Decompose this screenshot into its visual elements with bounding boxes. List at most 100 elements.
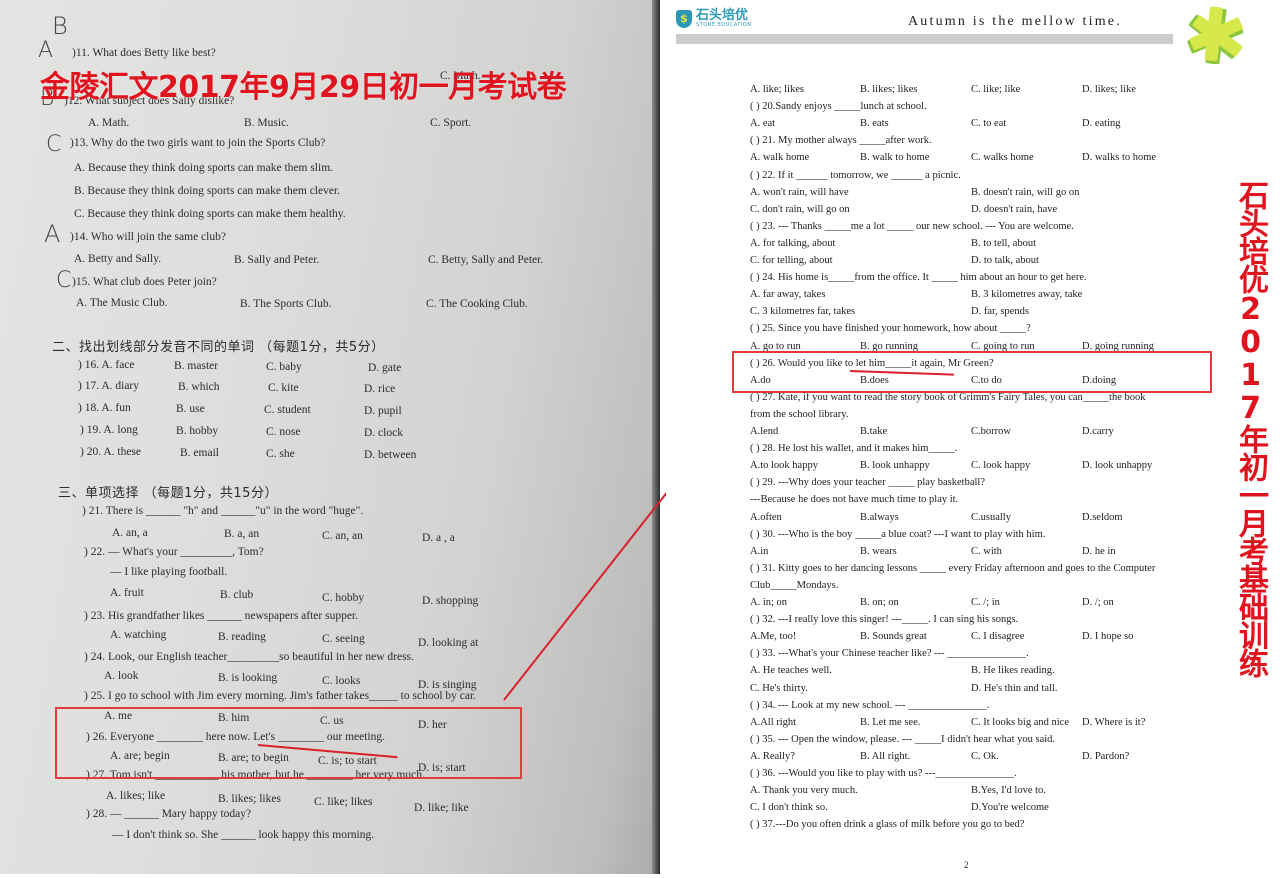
question-stem: )15. What club does Peter join? [72, 276, 217, 288]
brand-name: 石头培优 [696, 8, 749, 23]
question-option: C. like; likes [314, 796, 373, 808]
question-line: ( ) 36. ---Would you like to play with u… [750, 768, 1017, 779]
table-cell: ) 16. A. face [78, 359, 135, 371]
answer-option: A.in [750, 545, 769, 557]
question-option: A. Math. [88, 117, 130, 129]
question-stem: ) 25. I go to school with Jim every morn… [84, 690, 477, 702]
answer-option: A. Thank you very much. [750, 785, 858, 797]
question-option: C. hobby [322, 592, 365, 604]
answer-option: B. walk to home [860, 152, 930, 164]
question-stem: ) 21. There is ______ "h" and ______"u" … [82, 505, 364, 517]
answer-option: C. 3 kilometres far, takes [750, 306, 856, 318]
answer-option: C. I don't think so. [750, 802, 828, 814]
question-option: A. fruit [110, 587, 144, 599]
answer-option: D.You're welcome [971, 802, 1049, 814]
question-stem: ) 22. — What's your _________, Tom? [84, 546, 264, 558]
question-option: A. likes; like [106, 790, 166, 802]
question-option: B. Sally and Peter. [234, 254, 320, 266]
question-line: ( ) 22. If it ______ tomorrow, we ______… [750, 169, 961, 181]
question-option: B. Because they think doing sports can m… [74, 185, 341, 197]
vertical-side-title: 石头培优2017年初一月考基础训练 [1233, 180, 1268, 676]
answer-option: D. I hope so [1082, 631, 1134, 643]
highlight-box-scan [732, 351, 1212, 393]
answer-option: A. like; likes [750, 84, 804, 95]
table-cell: C. baby [266, 361, 302, 373]
answer-option: A. eat [750, 118, 776, 130]
table-cell: B. which [178, 381, 220, 393]
answer-option: D. doesn't rain, have [971, 203, 1058, 215]
answer-option: D. eating [1082, 118, 1121, 130]
handwritten-mark: B [52, 12, 68, 40]
table-cell: B. master [174, 360, 219, 372]
answer-option: B. to tell, about [971, 237, 1037, 249]
table-cell: B. hobby [176, 425, 219, 437]
exam-photo: B A B C A C )11. What does Betty like be… [0, 0, 660, 874]
question-subline: — I don't think so. She ______ look happ… [112, 829, 375, 841]
handwritten-mark: C [46, 132, 62, 157]
question-stem: )11. What does Betty like best? [72, 47, 216, 59]
question-stem: )14. Who will join the same club? [70, 231, 226, 243]
question-line: ( ) 28. He lost his wallet, and it makes… [750, 443, 958, 455]
answer-option: C.usually [971, 511, 1011, 523]
answer-option: A.to look happy [750, 460, 818, 472]
table-cell: C. she [266, 448, 295, 460]
question-stem: ) 23. His grandfather likes ______ newsp… [84, 610, 359, 622]
question-option: A. an, a [112, 527, 148, 539]
question-line: ( ) 34. --- Look at my new school. --- _… [750, 699, 990, 711]
worksheet-page: $ 石头培优 STONE EDUCATION Autumn is the mel… [666, 0, 1280, 878]
table-cell: C. kite [268, 382, 299, 394]
question-subline: — I like playing football. [110, 566, 228, 578]
answer-option: C. to eat [971, 118, 1007, 130]
answer-option: D. to talk, about [971, 255, 1039, 266]
question-option: B. likes; likes [218, 793, 281, 805]
table-cell: ) 17. A. diary [78, 380, 140, 392]
header-motto: Autumn is the mellow time. [908, 14, 1122, 29]
question-option: A. watching [110, 629, 167, 641]
answer-option: B. look unhappy [860, 460, 930, 472]
table-cell: D. rice [364, 383, 396, 395]
answer-option: A. won't rain, will have [750, 186, 849, 198]
photo-overlay-title: 金陵汇文2017年9月29日初一月考试卷 [40, 70, 567, 105]
answer-option: C. look happy [971, 460, 1031, 472]
question-option: C. Betty, Sally and Peter. [428, 254, 544, 266]
section-heading: 二、找出划线部分发音不同的单词 （每题1分，共5分） [52, 340, 385, 355]
question-option: B. club [220, 589, 254, 601]
shield-dollar-icon: $ [676, 10, 692, 28]
question-line: ( ) 35. --- Open the window, please. ---… [750, 733, 1056, 745]
question-option: B. is looking [218, 672, 278, 684]
question-line: ( ) 27. Kate, if you want to read the st… [750, 391, 1146, 403]
answer-option: A. walk home [750, 152, 810, 164]
answer-option: A.often [750, 511, 782, 523]
answer-option: B. eats [860, 118, 889, 130]
table-cell: C. nose [266, 426, 301, 438]
answer-option: B.Yes, I'd love to. [971, 785, 1046, 797]
question-option: C. The Cooking Club. [426, 298, 528, 310]
brand-subtitle: STONE EDUCATION [696, 22, 752, 28]
table-cell: D. between [364, 449, 417, 461]
answer-option: D. walks to home [1082, 152, 1157, 164]
answer-option: A.Me, too! [750, 631, 797, 643]
handwritten-mark: A [38, 38, 54, 63]
answer-option: C. Ok. [971, 750, 999, 762]
answer-option: D.seldom [1082, 511, 1123, 523]
answer-option: B. on; on [860, 597, 899, 608]
question-line: ( ) 21. My mother always _____after work… [750, 135, 932, 147]
question-line: ( ) 32. ---I really love this singer! --… [750, 614, 1019, 626]
question-line: from the school library. [750, 408, 849, 420]
question-stem: )13. Why do the two girls want to join t… [70, 137, 326, 149]
table-cell: B. email [180, 447, 219, 459]
question-option: A. look [104, 670, 139, 682]
question-option: C. an, an [322, 530, 363, 542]
highlight-box-photo [55, 707, 522, 779]
question-line: ( ) 25. Since you have finished your hom… [750, 323, 1031, 335]
question-option: C. looks [322, 675, 361, 687]
question-option: D. looking at [418, 637, 479, 649]
question-option: A. The Music Club. [76, 297, 168, 309]
answer-option: B.take [860, 426, 888, 437]
question-option: A. Betty and Sally. [74, 253, 162, 265]
question-line: ( ) 31. Kitty goes to her dancing lesson… [750, 562, 1156, 574]
section-heading: 三、单项选择 （每题1分，共15分） [58, 486, 278, 501]
answer-option: B. He likes reading. [971, 665, 1055, 677]
question-line: ( ) 20.Sandy enjoys _____lunch at school… [750, 101, 927, 113]
question-line: ( ) 23. --- Thanks _____me a lot _____ o… [750, 220, 1074, 232]
